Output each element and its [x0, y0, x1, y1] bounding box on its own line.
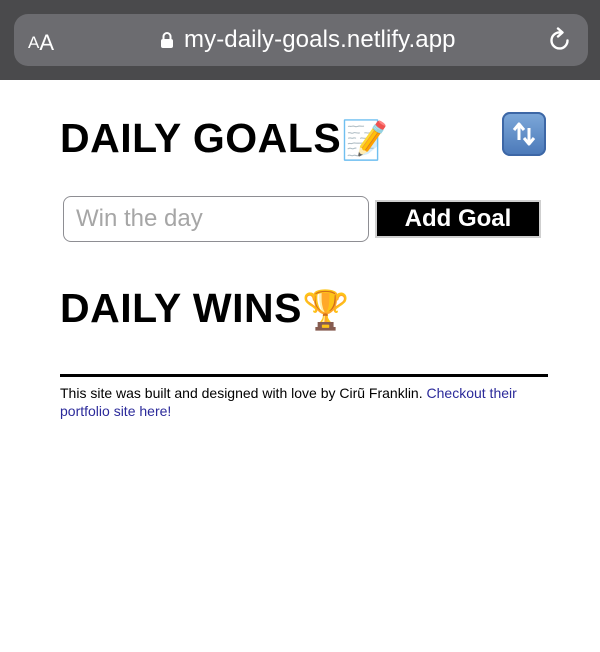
- text-size-small-glyph: A: [28, 33, 40, 52]
- page-title: DAILY GOALS📝: [60, 110, 389, 169]
- refresh-button[interactable]: [502, 112, 546, 156]
- wins-title: DAILY WINS🏆: [60, 280, 350, 339]
- address-bar[interactable]: A A my-daily-goals.netlify.app: [14, 14, 588, 66]
- reload-icon[interactable]: [548, 27, 572, 53]
- wins-title-text: DAILY WINS: [60, 285, 302, 331]
- add-goal-button[interactable]: Add Goal: [375, 200, 541, 238]
- goal-input[interactable]: [63, 196, 369, 242]
- text-size-big-glyph: A: [39, 30, 55, 55]
- trophy-icon: 🏆: [301, 290, 350, 333]
- header-row: DAILY GOALS📝: [60, 110, 550, 166]
- url-text: my-daily-goals.netlify.app: [184, 26, 456, 53]
- browser-toolbar: A A my-daily-goals.netlify.app: [0, 0, 600, 80]
- page-content: DAILY GOALS📝 Add Goal DAILY WINS🏆 This s…: [0, 80, 600, 652]
- lock-icon: [161, 32, 173, 48]
- page-title-text: DAILY GOALS: [60, 115, 342, 161]
- footer-text: This site was built and designed with lo…: [60, 385, 427, 401]
- url-display[interactable]: my-daily-goals.netlify.app: [160, 26, 456, 54]
- footer: This site was built and designed with lo…: [60, 384, 550, 420]
- footer-divider: [60, 374, 548, 377]
- goal-form: Add Goal: [63, 196, 541, 242]
- memo-icon: 📝: [341, 120, 389, 163]
- text-size-button[interactable]: A A: [28, 26, 54, 54]
- refresh-icon: [512, 122, 536, 146]
